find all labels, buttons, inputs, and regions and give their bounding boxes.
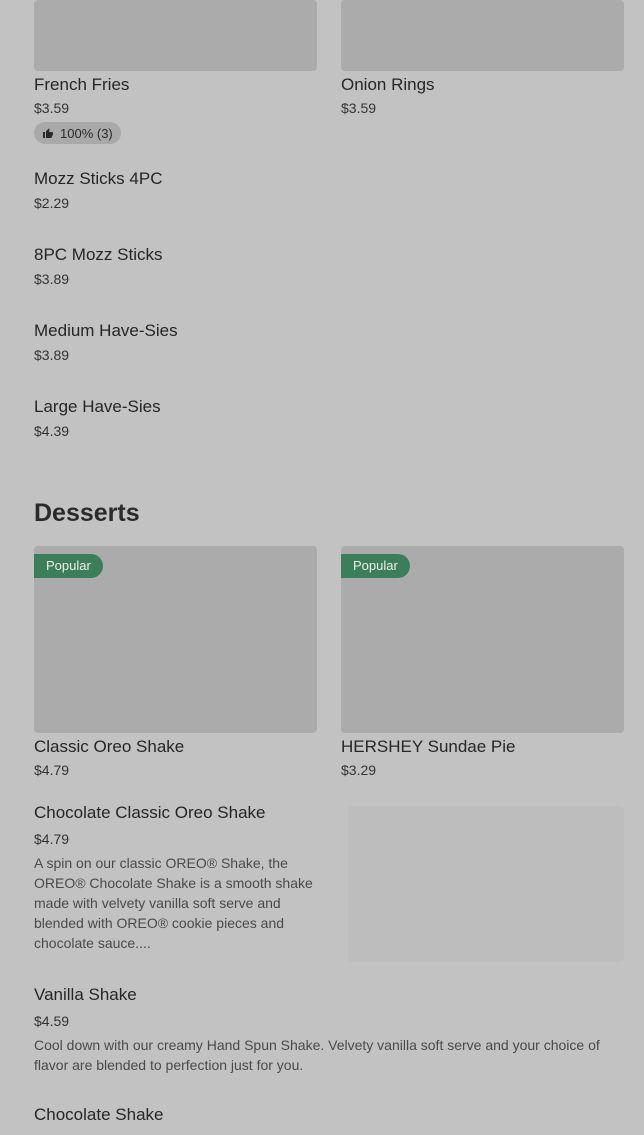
- popular-badge: Popular: [34, 554, 103, 578]
- item-image-french-fries[interactable]: [34, 0, 317, 71]
- item-name: 8PC Mozz Sticks: [34, 245, 163, 264]
- item-name: Mozz Sticks 4PC: [34, 169, 163, 188]
- list-item[interactable]: Mozz Sticks 4PC $2.29: [34, 169, 614, 219]
- item-name: Vanilla Shake: [34, 985, 137, 1004]
- item-price-onion-rings: $3.59: [341, 100, 377, 116]
- list-item[interactable]: Large Have-Sies $4.39: [34, 397, 614, 447]
- item-name-hershey-sundae-pie[interactable]: HERSHEY Sundae Pie: [341, 737, 516, 757]
- item-price-french-fries: $3.59: [34, 100, 70, 116]
- item-name: Large Have-Sies: [34, 397, 161, 416]
- item-price: $4.59: [34, 1013, 70, 1029]
- list-item[interactable]: Medium Have-Sies $3.89: [34, 321, 614, 371]
- section-title-desserts: Desserts: [34, 499, 140, 527]
- item-price: $3.89: [34, 271, 70, 287]
- item-price-classic-oreo-shake: $4.79: [34, 762, 70, 778]
- rating-text: 100% (3): [60, 125, 113, 141]
- list-item[interactable]: Vanilla Shake $4.59 Cool down with our c…: [34, 985, 624, 1085]
- item-price: $4.39: [34, 423, 70, 439]
- item-name: Chocolate Shake: [34, 1105, 164, 1124]
- item-price-hershey-sundae-pie: $3.29: [341, 762, 377, 778]
- thumbs-up-icon: [42, 127, 54, 139]
- item-description: A spin on our classic OREO® Shake, the O…: [34, 855, 313, 951]
- popular-badge: Popular: [341, 554, 410, 578]
- item-image-chocolate-classic-oreo-shake[interactable]: [348, 806, 624, 962]
- list-item[interactable]: 8PC Mozz Sticks $3.89: [34, 245, 614, 295]
- item-image-onion-rings[interactable]: [341, 0, 624, 71]
- list-item[interactable]: Chocolate Shake: [34, 1105, 624, 1135]
- item-price: $2.29: [34, 195, 70, 211]
- item-name-onion-rings[interactable]: Onion Rings: [341, 75, 435, 95]
- item-price: $3.89: [34, 347, 70, 363]
- item-name: Medium Have-Sies: [34, 321, 178, 340]
- item-name-classic-oreo-shake[interactable]: Classic Oreo Shake: [34, 737, 184, 757]
- item-description: Cool down with our creamy Hand Spun Shak…: [34, 1037, 600, 1073]
- rating-badge: 100% (3): [34, 122, 121, 144]
- item-name-french-fries[interactable]: French Fries: [34, 75, 129, 95]
